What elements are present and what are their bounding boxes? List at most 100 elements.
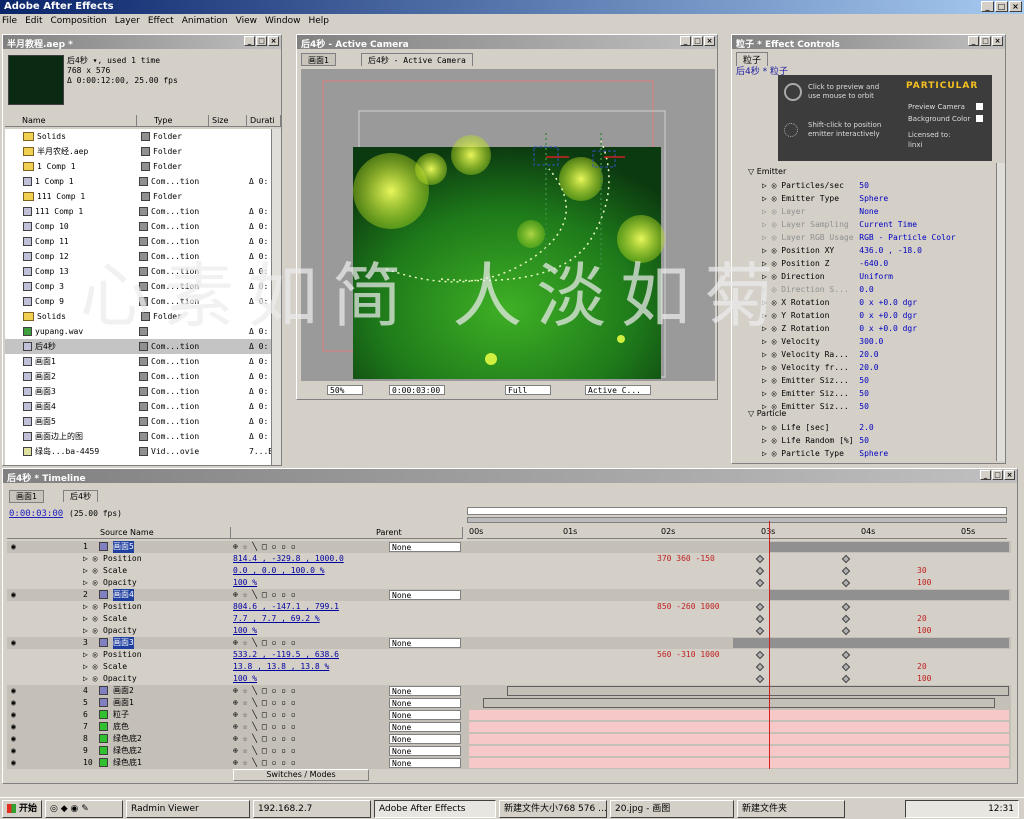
label-color-swatch[interactable]	[139, 432, 148, 441]
stopwatch-icon[interactable]: ▷ ◎	[762, 272, 781, 281]
project-item[interactable]: 111 Comp 1 Com...tion Δ 0:	[5, 204, 271, 219]
parent-dropdown[interactable]: None	[389, 746, 461, 756]
effect-property-value[interactable]: 0 x +0.0 dgr	[859, 298, 917, 307]
label-color-swatch[interactable]	[139, 237, 148, 246]
effect-property-value[interactable]: 300.0	[859, 337, 883, 346]
label-color-swatch[interactable]	[141, 312, 150, 321]
property-value[interactable]: 533.2 , -119.5 , 638.6	[233, 649, 339, 661]
menu-help[interactable]: Help	[308, 16, 329, 28]
layer-duration-bar[interactable]	[483, 698, 995, 708]
label-color-swatch[interactable]	[139, 357, 148, 366]
effect-property-row[interactable]: ▷ ◎ Emitter Siz... 50	[734, 374, 994, 387]
label-color-swatch[interactable]	[139, 267, 148, 276]
project-item[interactable]: 绿岛...ba-4459 Vid...ovie 7...B Δ 0:	[5, 444, 271, 459]
project-item[interactable]: 111 Comp 1 Folder	[5, 189, 271, 204]
effect-property-value[interactable]: -640.0	[859, 259, 888, 268]
layer-switches[interactable]: ⊕ ☆ ╲ □ ▫ ▫ ▫	[233, 733, 296, 745]
menu-view[interactable]: View	[236, 16, 257, 28]
timeline-property-row[interactable]: ▷ ◎ Position 804.6 , -147.1 , 799.1 850 -26…	[7, 601, 1011, 613]
timeline-tab-2[interactable]: 后4秒	[63, 490, 99, 502]
effect-property-row[interactable]: ▷ ◎ Emitter Type Sphere	[734, 192, 994, 205]
project-scrollbar[interactable]	[271, 129, 281, 465]
layer-duration-bar[interactable]	[769, 542, 1009, 552]
property-value[interactable]: 7.7 , 7.7 , 69.2 %	[233, 613, 320, 625]
keyframe-diamond[interactable]	[841, 626, 851, 636]
minimize-button[interactable]: _	[981, 1, 994, 12]
label-color-swatch[interactable]	[139, 417, 148, 426]
stopwatch-icon[interactable]: ▷ ◎	[762, 389, 781, 398]
task-paint[interactable]: 20.jpg - 画图	[610, 799, 735, 818]
parent-dropdown[interactable]: None	[389, 542, 461, 552]
project-item[interactable]: 画面5 Com...tion Δ 0:	[5, 414, 271, 429]
menu-edit[interactable]: Edit	[25, 16, 42, 28]
effect-property-value[interactable]: 436.0 , -18.0	[859, 246, 922, 255]
layer-duration-bar[interactable]	[769, 590, 1009, 600]
timeline-property-row[interactable]: ▷ ◎ Position 814.4 , -329.8 , 1000.0 370 36…	[7, 553, 1011, 565]
label-color-swatch[interactable]	[139, 387, 148, 396]
layer-switches[interactable]: ⊕ ☆ ╲ □ ▫ ▫ ▫	[233, 697, 296, 709]
stopwatch-icon[interactable]: ▷ ◎	[762, 311, 781, 320]
effect-min-button[interactable]: _	[968, 36, 979, 46]
property-value[interactable]: 100 %	[233, 577, 257, 589]
effect-property-value[interactable]: 20.0	[859, 363, 878, 372]
layer-duration-bar[interactable]	[469, 734, 1009, 744]
project-item[interactable]: Comp 13 Com...tion Δ 0:	[5, 264, 271, 279]
menu-file[interactable]: File	[2, 16, 17, 28]
stopwatch-icon[interactable]: ▷ ◎	[83, 553, 97, 565]
menu-window[interactable]: Window	[265, 16, 301, 28]
parent-dropdown[interactable]: None	[389, 638, 461, 648]
label-color-swatch[interactable]	[141, 147, 150, 156]
layer-switches[interactable]: ⊕ ☆ ╲ □ ▫ ▫ ▫	[233, 709, 296, 721]
menu-layer[interactable]: Layer	[115, 16, 140, 28]
keyframe-diamond[interactable]	[755, 566, 765, 576]
effect-property-row[interactable]: ▷ ◎ Position XY 436.0 , -18.0	[734, 244, 994, 257]
stopwatch-icon[interactable]: ▷ ◎	[762, 207, 781, 216]
timeline-layer-row[interactable]: ◉ 2 画面4 ⊕ ☆ ╲ □ ▫ ▫ ▫ None	[7, 589, 1011, 601]
effect-property-value[interactable]: 50	[859, 376, 869, 385]
effect-property-row[interactable]: ▷ ◎ Layer None	[734, 205, 994, 218]
layer-source-name[interactable]: 粒子	[113, 709, 129, 721]
task-new-folder[interactable]: 新建文件夹	[737, 799, 846, 818]
timeline-min-button[interactable]: _	[980, 470, 991, 480]
timeline-tab-1[interactable]: 画面1	[9, 490, 45, 503]
zoom-dropdown[interactable]: 50%	[327, 385, 363, 395]
comp-close-button[interactable]: ×	[704, 36, 715, 46]
layer-switches[interactable]: ⊕ ☆ ╲ □ ▫ ▫ ▫	[233, 589, 296, 601]
parent-dropdown[interactable]: None	[389, 590, 461, 600]
col-parent[interactable]: Parent	[373, 527, 463, 539]
eye-icon[interactable]: ◉	[11, 541, 16, 553]
col-size[interactable]: Size	[209, 115, 247, 127]
keyframe-diamond[interactable]	[755, 614, 765, 624]
effect-property-row[interactable]: ▷ ◎ Direction S... 0.0	[734, 283, 994, 296]
keyframe-diamond[interactable]	[755, 554, 765, 564]
effect-close-button[interactable]: ×	[992, 36, 1003, 46]
project-item[interactable]: 1 Comp 1 Com...tion Δ 0:	[5, 174, 271, 189]
task-radmin[interactable]: Radmin Viewer	[126, 799, 251, 818]
stopwatch-icon[interactable]: ▷ ◎	[83, 601, 97, 613]
project-item[interactable]: yupang.wav Δ 0:	[5, 324, 271, 339]
timeline-property-row[interactable]: ▷ ◎ Scale 7.7 , 7.7 , 69.2 % 20	[7, 613, 1011, 625]
effect-property-value[interactable]: 0 x +0.0 dgr	[859, 311, 917, 320]
layer-switches[interactable]: ⊕ ☆ ╲ □ ▫ ▫ ▫	[233, 637, 296, 649]
stopwatch-icon[interactable]: ▷ ◎	[762, 298, 781, 307]
layer-source-name[interactable]: 底色	[113, 721, 129, 733]
property-value[interactable]: 0.0 , 0.0 , 100.0 %	[233, 565, 325, 577]
effect-property-value[interactable]: None	[859, 207, 878, 216]
timeline-layer-row[interactable]: ◉ 7 底色 ⊕ ☆ ╲ □ ▫ ▫ ▫ None	[7, 721, 1011, 733]
project-item[interactable]: 半月农经.aep Folder	[5, 144, 271, 159]
project-item[interactable]: 1 Comp 1 Folder	[5, 159, 271, 174]
project-item[interactable]: Comp 11 Com...tion Δ 0:	[5, 234, 271, 249]
timeline-layer-row[interactable]: ◉ 1 画面5 ⊕ ☆ ╲ □ ▫ ▫ ▫ None	[7, 541, 1011, 553]
effect-property-row[interactable]: ▷ ◎ Life Random [%] 50	[734, 434, 994, 447]
eye-icon[interactable]: ◉	[11, 721, 16, 733]
current-time-indicator[interactable]	[769, 521, 770, 769]
label-color-swatch[interactable]	[139, 402, 148, 411]
effect-property-row[interactable]: ▷ ◎ Velocity fr... 20.0	[734, 361, 994, 374]
stopwatch-icon[interactable]: ▷ ◎	[762, 337, 781, 346]
stopwatch-icon[interactable]: ▷ ◎	[762, 220, 781, 229]
particular-banner[interactable]: Click to preview and use mouse to orbit …	[778, 75, 992, 161]
eye-icon[interactable]: ◉	[11, 745, 16, 757]
comp-max-button[interactable]: □	[692, 36, 703, 46]
effect-property-value[interactable]: 50	[859, 436, 869, 445]
keyframe-diamond[interactable]	[755, 602, 765, 612]
